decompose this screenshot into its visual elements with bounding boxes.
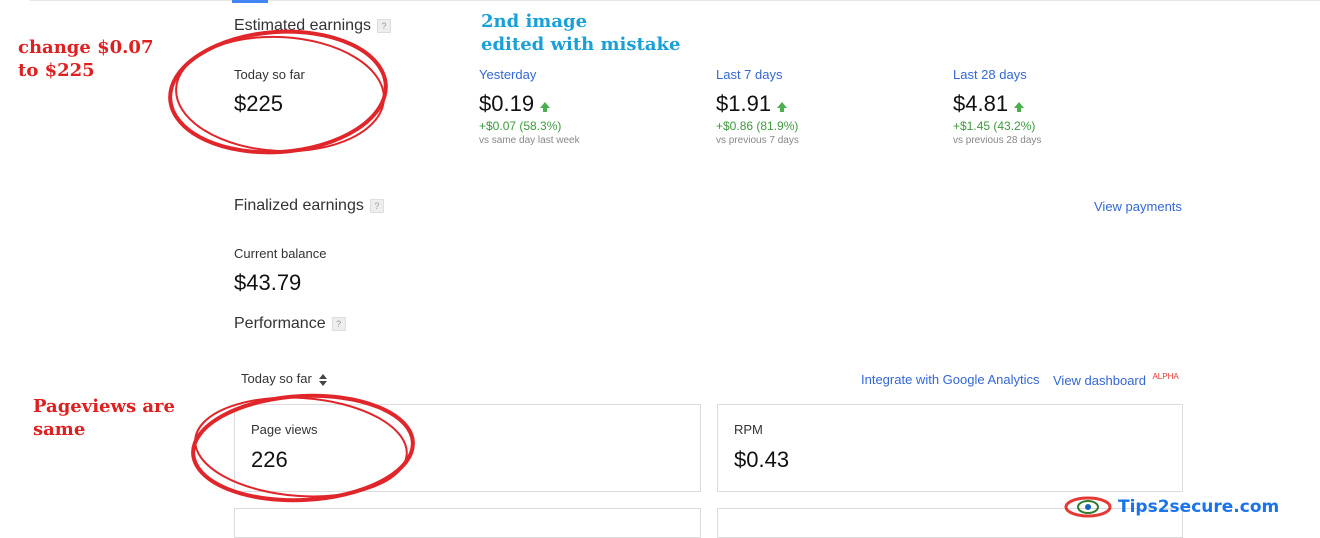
top-divider [30, 0, 1320, 1]
help-icon[interactable]: ? [331, 316, 346, 331]
metric-today: Today so far $225 [234, 67, 305, 117]
metric-value: $4.81 [953, 91, 1009, 116]
annotation-change: change $0.07 to $225 [18, 37, 154, 81]
metric-comparison: vs previous 7 days [716, 135, 799, 146]
view-dashboard-link[interactable]: View dashboard [1053, 373, 1146, 388]
metric-label: Today so far [234, 67, 305, 82]
active-tab-indicator [232, 0, 268, 3]
metric-delta: +$0.07 (58.3%) [479, 119, 562, 133]
watermark: Tips2secure.com [1064, 494, 1279, 520]
metric-value: $0.19 [479, 91, 535, 116]
up-arrow-icon [540, 101, 551, 112]
metric-link-yesterday[interactable]: Yesterday [479, 67, 580, 82]
card-label: Page views [251, 422, 318, 437]
card-partial-left [234, 508, 701, 538]
card-page-views: Page views 226 [234, 404, 701, 492]
metric-last-7-days: Last 7 days $1.91 +$0.86 (81.9%) vs prev… [716, 67, 799, 146]
metric-value: $225 [234, 91, 283, 116]
balance-value: $43.79 [234, 270, 302, 295]
finalized-earnings-title: Finalized earnings? [234, 197, 384, 215]
metric-delta: +$0.86 (81.9%) [716, 119, 799, 133]
up-arrow-icon [1014, 101, 1025, 112]
sort-arrows-icon [319, 373, 328, 386]
estimated-earnings-title: Estimated earnings? [234, 17, 391, 35]
metric-link-last-28-days[interactable]: Last 28 days [953, 67, 1041, 82]
balance-label: Current balance [234, 246, 327, 261]
metric-yesterday: Yesterday $0.19 +$0.07 (58.3%) vs same d… [479, 67, 580, 146]
help-icon[interactable]: ? [376, 18, 391, 33]
alpha-badge: ALPHA [1152, 372, 1179, 381]
metric-link-last-7-days[interactable]: Last 7 days [716, 67, 799, 82]
metric-delta: +$1.45 (43.2%) [953, 119, 1036, 133]
metric-comparison: vs same day last week [479, 135, 580, 146]
metric-last-28-days: Last 28 days $4.81 +$1.45 (43.2%) vs pre… [953, 67, 1041, 146]
current-balance: Current balance $43.79 [234, 246, 327, 296]
view-dashboard: View dashboard ALPHA [1053, 368, 1179, 388]
integrate-analytics-link[interactable]: Integrate with Google Analytics [861, 372, 1040, 387]
help-icon[interactable]: ? [369, 198, 384, 213]
card-value: 226 [251, 447, 288, 472]
metric-value: $1.91 [716, 91, 772, 116]
watermark-text: Tips2secure.com [1118, 497, 1280, 517]
metric-comparison: vs previous 28 days [953, 135, 1042, 146]
card-rpm: RPM $0.43 [717, 404, 1183, 492]
up-arrow-icon [777, 101, 788, 112]
performance-title: Performance? [234, 315, 346, 333]
view-payments-link[interactable]: View payments [1094, 199, 1182, 214]
card-value: $0.43 [734, 447, 790, 472]
card-label: RPM [734, 422, 763, 437]
range-selector[interactable]: Today so far [241, 371, 328, 386]
watermark-logo-icon [1064, 496, 1112, 518]
annotation-pageviews: Pageviews are same [33, 396, 175, 440]
annotation-second-image: 2nd image edited with mistake [481, 11, 681, 55]
